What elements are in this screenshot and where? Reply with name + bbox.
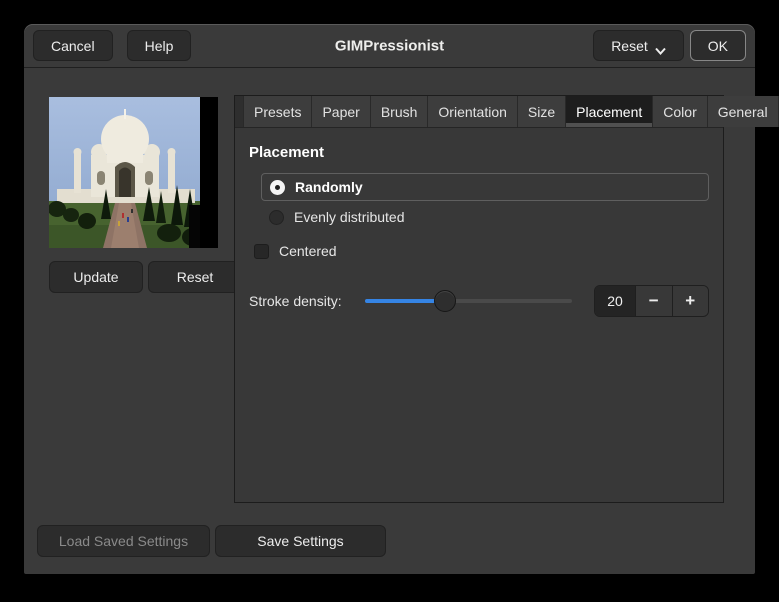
checkbox-unchecked-icon[interactable] [254,243,269,259]
tab-orientation[interactable]: Orientation [428,96,518,127]
radio-on-icon[interactable] [270,179,285,195]
radio-evenly-distributed[interactable]: Evenly distributed [269,207,709,227]
placement-panel: Placement Randomly Evenly distributed Ce… [235,128,723,331]
reset-dropdown-button[interactable]: Reset [593,30,684,61]
reset-dropdown-label: Reset [611,37,648,54]
chevron-down-icon [655,42,666,55]
titlebar: Cancel Help GIMPressionist Reset OK [24,24,755,68]
cancel-button[interactable]: Cancel [33,30,113,61]
stroke-density-value[interactable] [595,286,635,316]
stroke-density-handle[interactable] [434,290,457,312]
preview-actions: Update Reset [49,261,242,293]
help-button[interactable]: Help [126,30,192,61]
radio-off-icon[interactable] [269,209,284,225]
decrement-button[interactable]: − [635,286,672,316]
tab-paper[interactable]: Paper [312,96,371,127]
tab-placement[interactable]: Placement [566,96,654,127]
stroke-density-row: Stroke density: − + [249,285,709,317]
tab-general[interactable]: General [707,96,779,127]
preview-panel[interactable] [49,97,218,248]
centered-label: Centered [279,243,337,259]
stroke-density-slider[interactable] [364,289,572,313]
ok-button[interactable]: OK [689,30,746,61]
tab-bar: Presets Paper Brush Orientation Size Pla… [235,96,779,128]
radio-evenly-label: Evenly distributed [294,209,405,225]
stroke-density-fill [364,299,446,303]
tab-presets[interactable]: Presets [243,96,313,127]
increment-button[interactable]: + [671,286,708,316]
load-saved-settings-button[interactable]: Load Saved Settings [37,525,210,557]
settings-footer: Load Saved Settings Save Settings [37,525,386,557]
reset-preview-button[interactable]: Reset [148,261,242,293]
centered-checkbox-row[interactable]: Centered [254,243,709,259]
tab-brush[interactable]: Brush [370,96,429,127]
stroke-density-spinbox: − + [594,285,709,317]
tab-size[interactable]: Size [517,96,567,127]
update-preview-button[interactable]: Update [49,261,143,293]
preview-image-taj-mahal [49,97,218,248]
settings-notebook: Presets Paper Brush Orientation Size Pla… [234,95,779,503]
stroke-density-label: Stroke density: [249,293,342,309]
save-settings-button[interactable]: Save Settings [215,525,386,557]
radio-randomly-label: Randomly [295,179,363,195]
window-title: GIMPressionist [334,37,445,54]
tab-color[interactable]: Color [653,96,708,127]
gimpressionist-dialog: Cancel Help GIMPressionist Reset OK Upda… [24,24,779,574]
placement-heading: Placement [249,144,325,161]
randomly-option-frame: Randomly [261,173,709,201]
radio-randomly[interactable]: Randomly [270,177,700,197]
